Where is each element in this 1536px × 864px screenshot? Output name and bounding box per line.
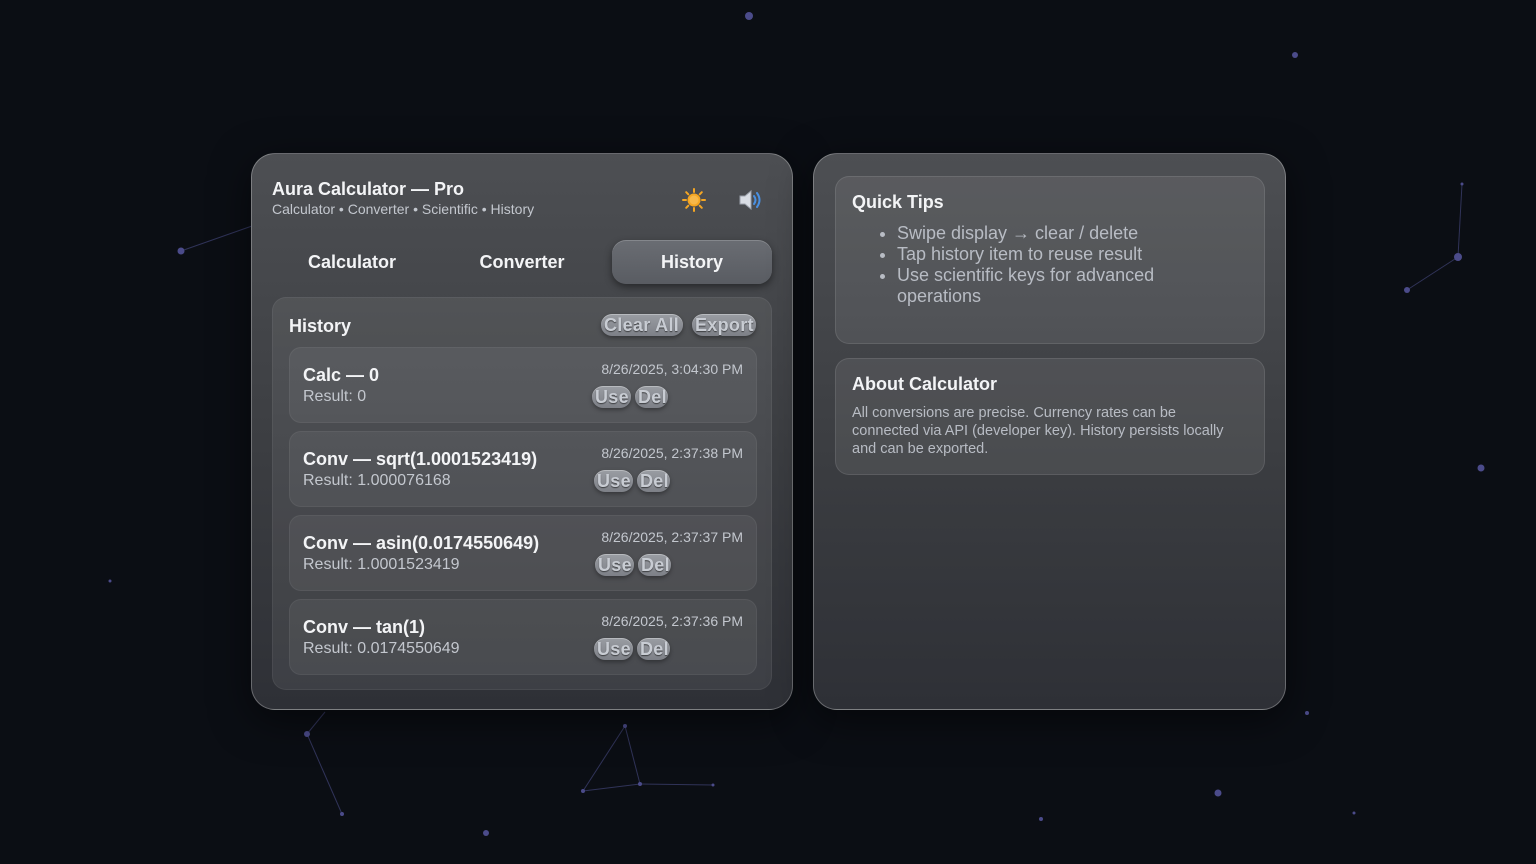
- sun-icon: [682, 188, 706, 212]
- history-item-title: Conv — tan(1): [303, 617, 426, 637]
- mode-tabs: Calculator Converter History: [272, 240, 772, 284]
- delete-button[interactable]: Del: [638, 554, 671, 576]
- use-button[interactable]: Use: [592, 386, 631, 408]
- history-item-title: Calc — 0: [303, 365, 380, 385]
- delete-button[interactable]: Del: [637, 470, 670, 492]
- quick-tips-title: Quick Tips: [852, 192, 944, 212]
- use-button[interactable]: Use: [594, 638, 633, 660]
- use-button[interactable]: Use: [595, 554, 634, 576]
- about-text: All conversions are precise. Currency ra…: [852, 405, 1224, 457]
- quick-tips-card: Quick Tips Swipe display → clear / delet…: [835, 176, 1265, 344]
- history-section: History Clear All Export Calc — 0 Result…: [272, 297, 772, 690]
- tab-history[interactable]: History: [612, 240, 772, 284]
- app-subtitle: Calculator • Converter • Scientific • Hi…: [272, 201, 535, 217]
- theme-toggle-button[interactable]: [681, 187, 707, 213]
- tip-item: Use scientific keys for advanced operati…: [897, 265, 1207, 307]
- history-item[interactable]: Conv — asin(0.0174550649) Result: 1.0001…: [289, 515, 757, 591]
- tip-item: Swipe display → clear / delete: [897, 223, 1207, 244]
- tab-calculator[interactable]: Calculator: [272, 240, 432, 284]
- history-item-timestamp: 8/26/2025, 2:37:38 PM: [601, 445, 743, 461]
- clear-all-button[interactable]: Clear All: [601, 314, 683, 336]
- history-item-timestamp: 8/26/2025, 2:37:37 PM: [601, 529, 743, 545]
- delete-button[interactable]: Del: [635, 386, 668, 408]
- sound-toggle-button[interactable]: [737, 187, 763, 213]
- calculator-panel: Aura Calculator — Pro Calculator • Conve…: [251, 153, 793, 710]
- history-item[interactable]: Conv — sqrt(1.0001523419) Result: 1.0000…: [289, 431, 757, 507]
- history-item[interactable]: Conv — tan(1) Result: 0.0174550649 8/26/…: [289, 599, 757, 675]
- tips-list: Swipe display → clear / delete Tap histo…: [852, 223, 1207, 307]
- history-item-result: Result: 1.0001523419: [303, 556, 460, 573]
- history-item-title: Conv — sqrt(1.0001523419): [303, 449, 538, 469]
- history-title: History: [289, 316, 352, 336]
- use-button[interactable]: Use: [594, 470, 633, 492]
- history-item[interactable]: Calc — 0 Result: 0 8/26/2025, 3:04:30 PM…: [289, 347, 757, 423]
- history-item-result: Result: 0.0174550649: [303, 640, 460, 657]
- history-item-result: Result: 0: [303, 388, 367, 405]
- app-title: Aura Calculator — Pro: [272, 179, 465, 199]
- speaker-icon: [739, 189, 761, 211]
- tab-converter[interactable]: Converter: [442, 240, 602, 284]
- history-item-timestamp: 8/26/2025, 3:04:30 PM: [601, 361, 743, 377]
- history-item-timestamp: 8/26/2025, 2:37:36 PM: [601, 613, 743, 629]
- about-card: About Calculator All conversions are pre…: [835, 358, 1265, 475]
- history-item-title: Conv — asin(0.0174550649): [303, 533, 540, 553]
- history-item-result: Result: 1.000076168: [303, 472, 451, 489]
- export-button[interactable]: Export: [692, 314, 756, 336]
- tip-item: Tap history item to reuse result: [897, 244, 1207, 265]
- delete-button[interactable]: Del: [637, 638, 670, 660]
- about-title: About Calculator: [852, 374, 998, 394]
- info-panel: Quick Tips Swipe display → clear / delet…: [813, 153, 1286, 710]
